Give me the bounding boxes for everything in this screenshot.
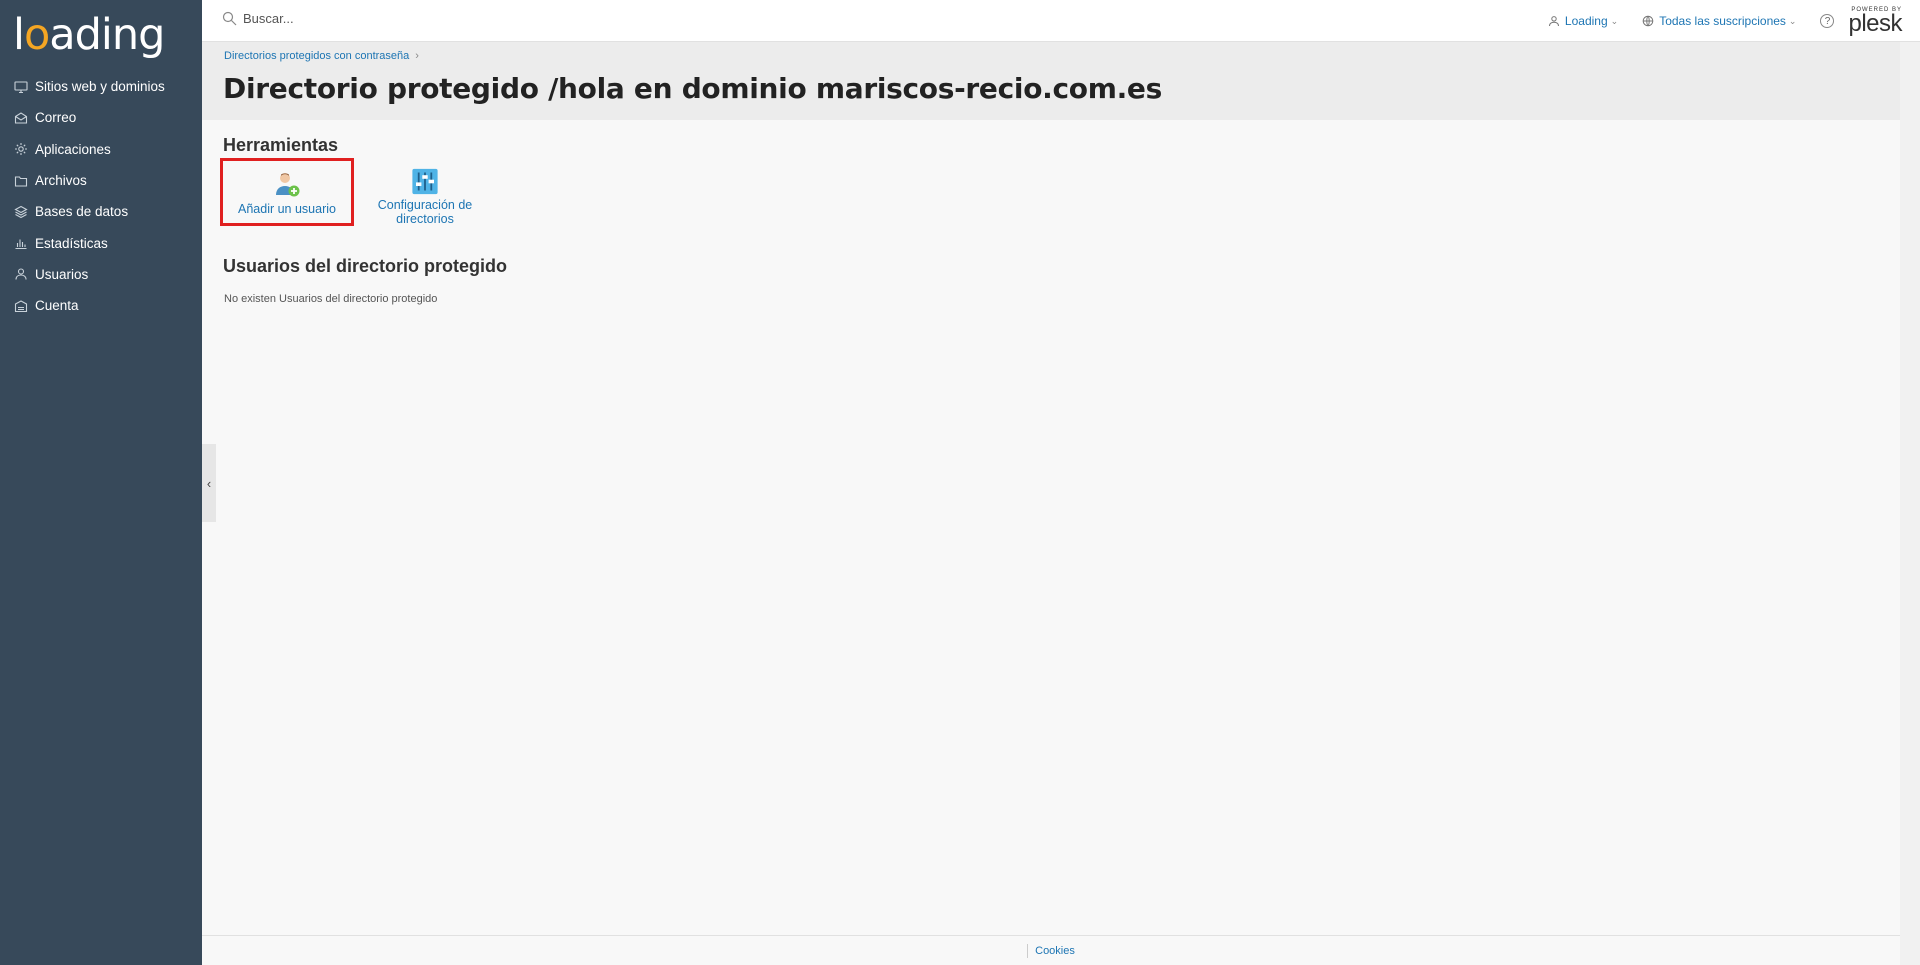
tools-title: Herramientas	[223, 135, 339, 155]
chevron-down-icon: ⌄	[1788, 15, 1797, 26]
search-icon	[222, 11, 237, 26]
user-menu-label: Loading	[1564, 14, 1608, 28]
empty-users-message: No existen Usuarios del directorio prote…	[224, 293, 438, 305]
chevron-left-icon: ‹	[206, 475, 212, 491]
sidebar-item-label: Bases de datos	[35, 204, 129, 220]
sidebar-item-label: Aplicaciones	[35, 141, 111, 157]
sidebar-item-bases-de-datos[interactable]: Bases de datos	[0, 196, 202, 227]
plesk-logo[interactable]: POWERED BY plesk	[1848, 7, 1902, 36]
page-header: Directorios protegidos con contraseña › …	[202, 42, 1900, 120]
gear-icon	[14, 142, 28, 156]
sidebar-item-usuarios[interactable]: Usuarios	[0, 259, 202, 290]
layers-icon	[14, 205, 28, 219]
topbar: Loading ⌄ Todas las suscripciones ⌄ ? PO…	[202, 0, 1920, 42]
sidebar-item-label: Usuarios	[35, 266, 89, 282]
user-icon	[1548, 16, 1559, 27]
add-user-button[interactable]: Añadir un usuario	[220, 158, 354, 226]
breadcrumb-link[interactable]: Directorios protegidos con contraseña	[224, 50, 409, 62]
scrollbar[interactable]	[1900, 42, 1920, 965]
subscriptions-menu[interactable]: Todas las suscripciones ⌄	[1642, 14, 1796, 28]
sidebar: loading Sitios web y dominios Correo Apl…	[0, 0, 202, 965]
folder-icon	[14, 174, 28, 188]
user-menu[interactable]: Loading ⌄	[1548, 14, 1618, 28]
footer: Cookies	[202, 935, 1900, 965]
sidebar-item-cuenta[interactable]: Cuenta	[0, 290, 202, 321]
add-user-icon	[276, 173, 300, 197]
envelope-icon	[14, 111, 28, 125]
chevron-down-icon: ⌄	[1610, 15, 1619, 26]
bar-chart-icon	[14, 236, 28, 250]
sidebar-item-estadisticas[interactable]: Estadísticas	[0, 227, 202, 258]
sidebar-item-label: Sitios web y dominios	[35, 79, 165, 95]
topbar-right: Loading ⌄ Todas las suscripciones ⌄ ? PO…	[1524, 0, 1902, 42]
directory-settings-label-2: directorios	[396, 212, 454, 226]
directory-settings-label-1: Configuración de	[377, 198, 473, 212]
footer-divider	[1027, 943, 1029, 958]
globe-icon	[1642, 15, 1654, 27]
search-bar	[222, 11, 543, 26]
users-title: Usuarios del directorio protegido	[223, 256, 508, 276]
main-content: Herramientas Añadir un usuario Configura…	[202, 120, 1900, 935]
breadcrumb: Directorios protegidos con contraseña ›	[224, 50, 419, 62]
settings-sliders-icon	[412, 168, 438, 195]
sidebar-item-sitios[interactable]: Sitios web y dominios	[0, 71, 202, 102]
sidebar-item-aplicaciones[interactable]: Aplicaciones	[0, 134, 202, 165]
monitor-icon	[14, 80, 28, 94]
sidebar-item-label: Estadísticas	[35, 235, 108, 251]
sidebar-item-label: Archivos	[35, 173, 87, 189]
add-user-label: Añadir un usuario	[238, 202, 336, 216]
cookies-link[interactable]: Cookies	[1035, 945, 1075, 957]
sidebar-item-archivos[interactable]: Archivos	[0, 165, 202, 196]
sidebar-nav: Sitios web y dominios Correo Aplicacione…	[0, 71, 202, 321]
directory-settings-button[interactable]: Configuración de directorios	[358, 158, 492, 226]
help-icon[interactable]: ?	[1820, 14, 1835, 28]
user-icon	[14, 267, 28, 281]
sidebar-item-correo[interactable]: Correo	[0, 102, 202, 133]
sidebar-item-label: Cuenta	[35, 298, 79, 314]
sidebar-collapse-toggle[interactable]: ‹	[202, 444, 216, 522]
sidebar-item-label: Correo	[35, 110, 77, 126]
page-title: Directorio protegido /hola en dominio ma…	[223, 72, 1162, 105]
chevron-right-icon: ›	[415, 50, 419, 62]
search-input[interactable]	[243, 11, 543, 26]
brand-logo[interactable]: loading	[13, 6, 165, 64]
account-icon	[14, 299, 28, 313]
subscriptions-label: Todas las suscripciones	[1659, 14, 1786, 28]
